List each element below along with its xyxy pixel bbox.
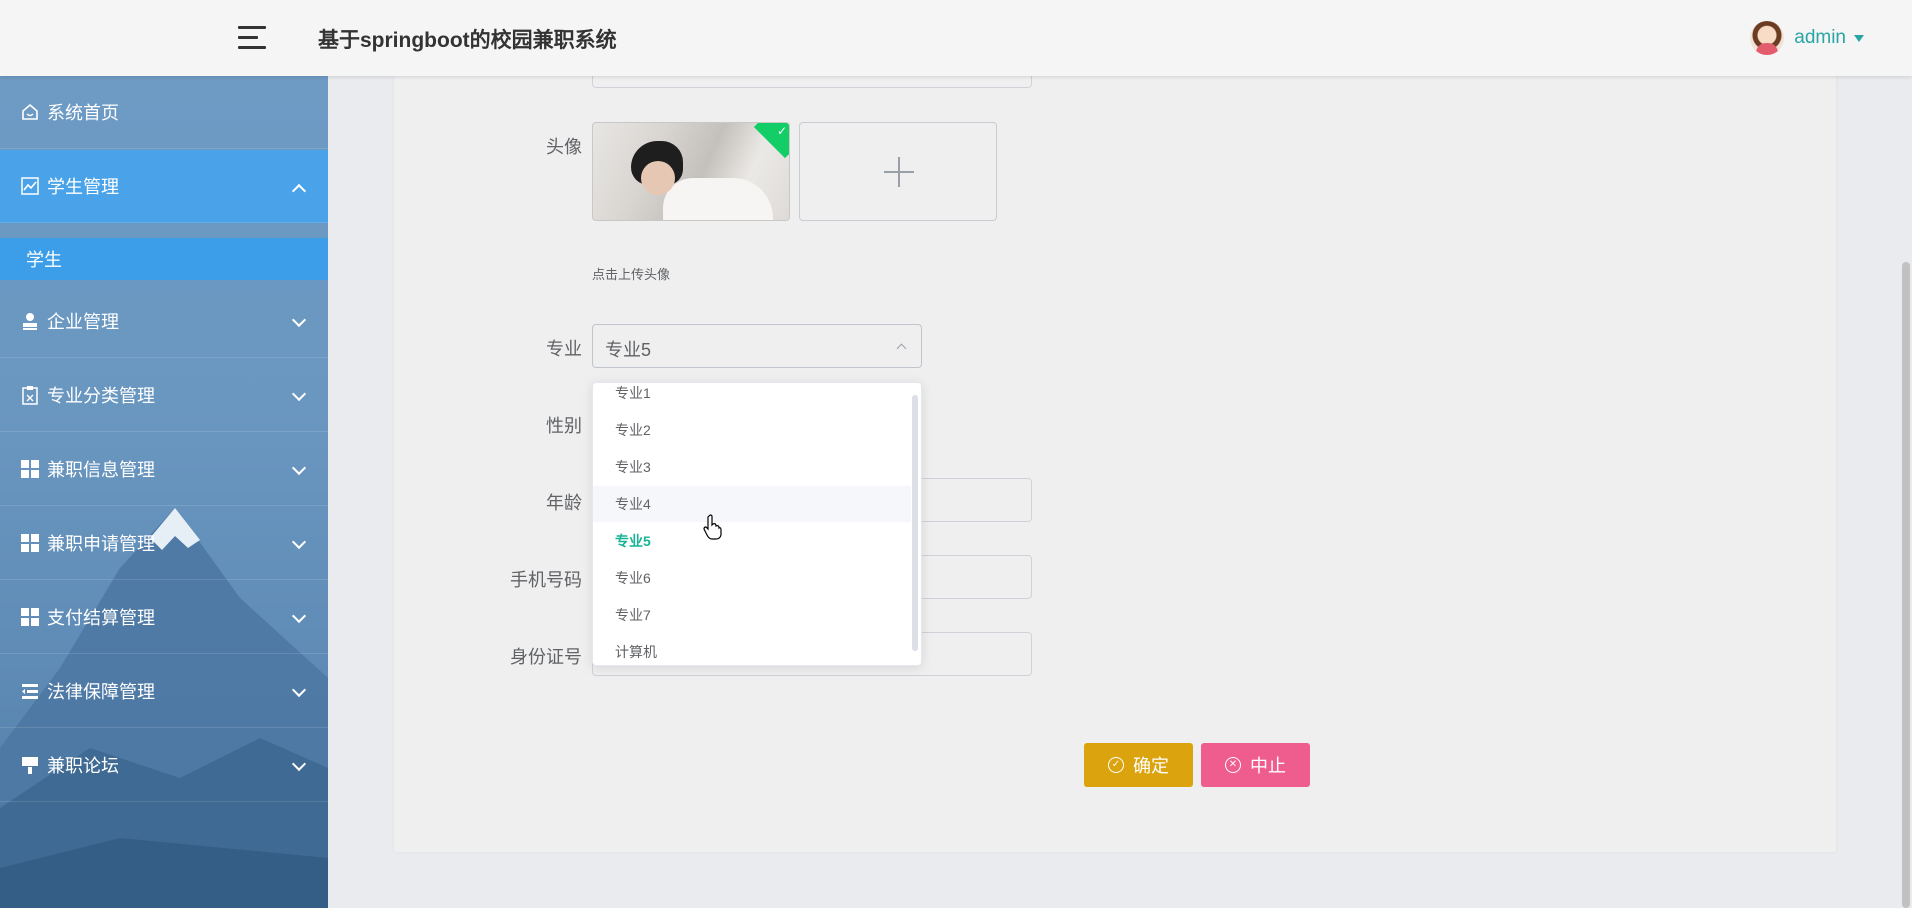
check-circle-icon: ✓ <box>1108 757 1124 773</box>
gender-label: 性别 <box>546 416 582 436</box>
sidebar-item-label: 兼职信息管理 <box>47 460 155 480</box>
age-label: 年龄 <box>546 493 582 513</box>
sidebar-item-job-info[interactable]: 兼职信息管理 <box>0 433 328 506</box>
abort-button[interactable]: ✕ 中止 <box>1201 743 1310 787</box>
sidebar-item-label: 法律保障管理 <box>47 682 155 702</box>
sidebar-item-label: 兼职论坛 <box>47 756 119 776</box>
sidebar-item-label: 企业管理 <box>47 312 119 332</box>
confirm-button[interactable]: ✓ 确定 <box>1084 743 1193 787</box>
grid-icon <box>19 532 41 554</box>
clipboard-icon <box>19 384 41 406</box>
chevron-down-icon <box>291 682 307 698</box>
uploaded-avatar-image[interactable]: ✓ <box>592 122 790 221</box>
dropdown-option[interactable]: 计算机 <box>593 634 911 665</box>
chevron-down-icon <box>291 460 307 476</box>
grid-icon <box>19 458 41 480</box>
user-name: admin <box>1794 27 1846 48</box>
chevron-down-icon <box>291 386 307 402</box>
sidebar-item-label: 支付结算管理 <box>47 608 155 628</box>
phone-label: 手机号码 <box>510 570 582 590</box>
sidebar-item-job-application[interactable]: 兼职申请管理 <box>0 507 328 580</box>
sidebar-item-label: 学生管理 <box>47 177 119 197</box>
sidebar-item-students[interactable]: 学生管理 <box>0 150 328 223</box>
chevron-up-icon <box>896 343 907 354</box>
major-label: 专业 <box>546 339 582 359</box>
dropdown-option[interactable]: 专业2 <box>593 412 911 448</box>
close-circle-icon: ✕ <box>1225 757 1241 773</box>
brush-icon <box>19 754 41 776</box>
confirm-button-label: 确定 <box>1133 756 1169 776</box>
dropdown-scrollbar[interactable] <box>912 395 918 651</box>
sidebar-item-label: 系统首页 <box>47 103 119 123</box>
home-icon <box>19 101 41 123</box>
chevron-up-icon <box>291 183 307 199</box>
grid-icon <box>19 606 41 628</box>
sidebar-item-label: 专业分类管理 <box>47 386 155 406</box>
hand-cursor-icon <box>703 514 722 540</box>
chart-icon <box>19 175 41 197</box>
chevron-down-icon <box>291 756 307 772</box>
app-title: 基于springboot的校园兼职系统 <box>318 29 617 52</box>
sidebar-subitem-label: 学生 <box>26 250 62 270</box>
upload-tip: 点击上传头像 <box>592 267 671 282</box>
dropdown-option[interactable]: 专业7 <box>593 597 911 633</box>
dropdown-option-selected[interactable]: 专业5 <box>593 523 911 559</box>
avatar <box>1750 21 1785 55</box>
upload-avatar-button[interactable] <box>799 122 997 221</box>
chevron-down-icon <box>291 312 307 328</box>
abort-button-label: 中止 <box>1250 756 1286 776</box>
major-select-value: 专业5 <box>605 340 652 360</box>
list-icon <box>19 680 41 702</box>
sidebar-item-label: 兼职申请管理 <box>47 534 155 554</box>
id-number-label: 身份证号 <box>510 647 582 667</box>
dropdown-option-hovered[interactable]: 专业4 <box>593 486 911 522</box>
sidebar-item-forum[interactable]: 兼职论坛 <box>0 729 328 802</box>
sidebar: 系统首页 学生管理 学生 企业管理 专业分类管理 兼职信息管理 兼职申请管理 支… <box>0 76 328 908</box>
sidebar-item-home[interactable]: 系统首页 <box>0 76 328 149</box>
sidebar-subitem-student[interactable]: 学生 <box>0 238 328 280</box>
sidebar-item-legal[interactable]: 法律保障管理 <box>0 655 328 728</box>
dropdown-option[interactable]: 专业1 <box>593 383 911 411</box>
chevron-down-icon <box>291 534 307 550</box>
major-select[interactable]: 专业5 <box>592 324 922 368</box>
top-header: 基于springboot的校园兼职系统 admin <box>0 0 1912 76</box>
person-icon <box>19 310 41 332</box>
page-scrollbar[interactable] <box>1902 262 1910 908</box>
major-dropdown: 专业1 专业2 专业3 专业4 专业5 专业6 专业7 计算机 <box>592 382 922 666</box>
menu-toggle-icon[interactable] <box>238 26 268 50</box>
avatar-label: 头像 <box>546 137 582 157</box>
sidebar-item-enterprise[interactable]: 企业管理 <box>0 285 328 358</box>
dropdown-option[interactable]: 专业6 <box>593 560 911 596</box>
check-icon: ✓ <box>776 124 787 138</box>
chevron-down-icon <box>291 608 307 624</box>
user-menu[interactable]: admin <box>1750 20 1864 56</box>
sidebar-item-payment[interactable]: 支付结算管理 <box>0 581 328 654</box>
sidebar-item-major-category[interactable]: 专业分类管理 <box>0 359 328 432</box>
dropdown-option[interactable]: 专业3 <box>593 449 911 485</box>
caret-down-icon <box>1854 34 1864 42</box>
